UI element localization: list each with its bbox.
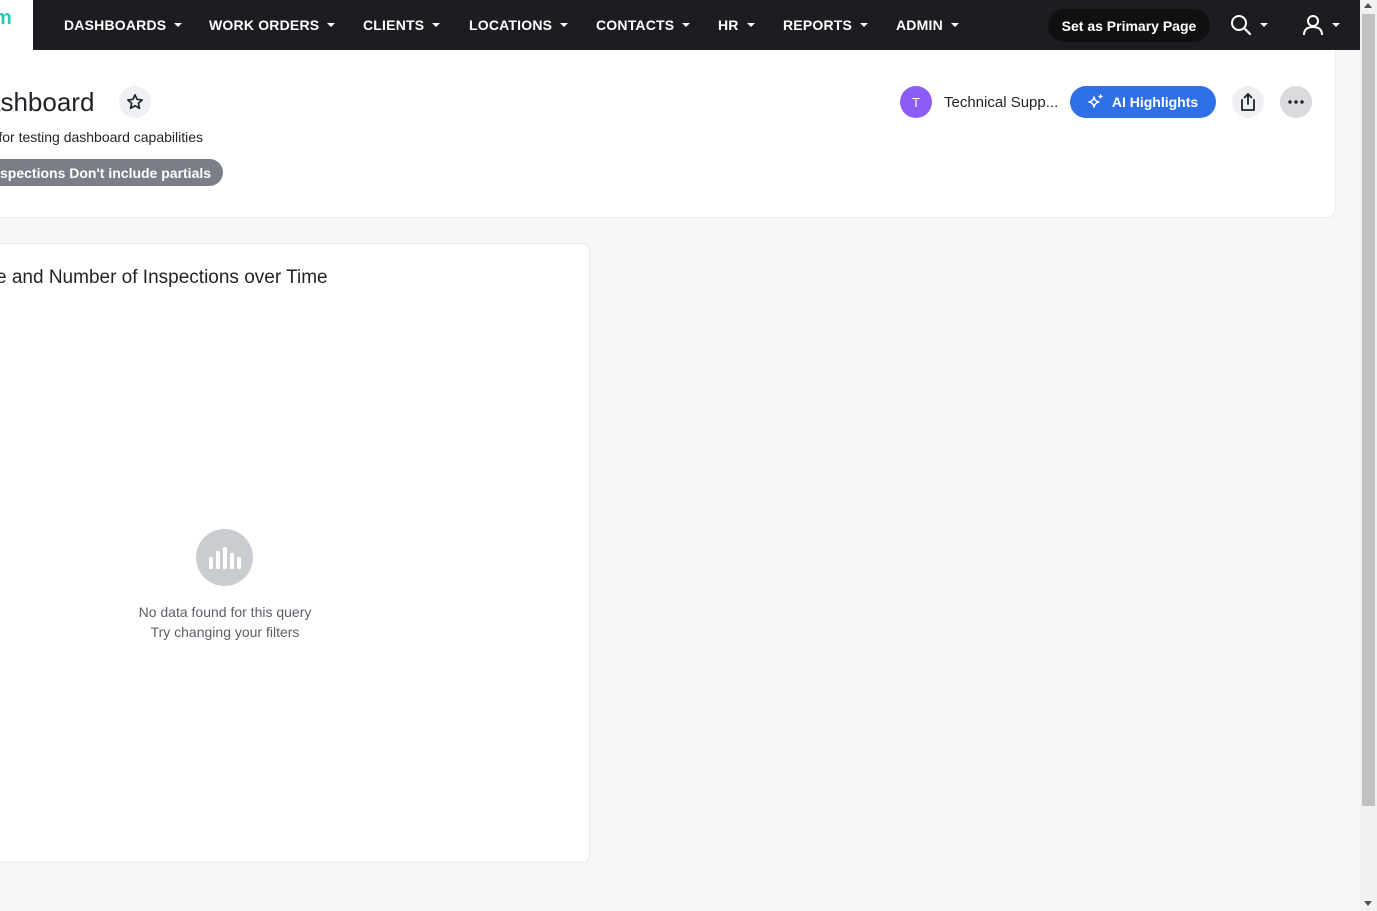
nav-label: DASHBOARDS [64, 17, 167, 33]
caret-down-icon [327, 23, 336, 27]
nav-clients[interactable]: CLIENTS [363, 0, 441, 50]
nav-label: CONTACTS [596, 17, 675, 33]
avatar: T [900, 86, 932, 118]
nav-label: HR [718, 17, 739, 33]
top-nav: m DASHBOARDS WORK ORDERS CLIENTS LOCATIO… [0, 0, 1360, 50]
ai-highlights-button[interactable]: AI Highlights [1070, 86, 1216, 118]
caret-down-icon [682, 23, 691, 27]
set-primary-page-button[interactable]: Set as Primary Page [1048, 9, 1210, 42]
nav-locations[interactable]: LOCATIONS [469, 0, 569, 50]
caret-down-icon [860, 23, 869, 27]
nav-label: ADMIN [896, 17, 943, 33]
nav-dashboards[interactable]: DASHBOARDS [64, 0, 183, 50]
nav-contacts[interactable]: CONTACTS [596, 0, 691, 50]
nav-label: REPORTS [783, 17, 853, 33]
caret-down-icon [560, 23, 569, 27]
nav-work-orders[interactable]: WORK ORDERS [209, 0, 336, 50]
caret-down-icon [432, 23, 441, 27]
scroll-down-icon[interactable] [1364, 901, 1372, 906]
nav-label: CLIENTS [363, 17, 425, 33]
empty-state-title: No data found for this query [138, 604, 312, 620]
icon-bar [236, 557, 241, 569]
share-icon [1241, 93, 1255, 111]
search-icon [1231, 15, 1252, 36]
empty-state-hint: Try changing your filters [150, 624, 300, 640]
widget-title: e and Number of Inspections over Time [0, 267, 328, 288]
caret-down-icon [1332, 23, 1340, 27]
logo[interactable]: m [0, 0, 33, 50]
caret-down-icon [950, 23, 959, 27]
icon-bar [215, 551, 220, 569]
owner-name: Technical Supp... [944, 94, 1059, 111]
filter-chip[interactable]: spections Don't include partials [0, 159, 224, 186]
icon-bar [208, 557, 213, 569]
more-options-button[interactable] [1280, 86, 1312, 118]
scroll-up-icon[interactable] [1364, 3, 1372, 8]
nav-reports[interactable]: REPORTS [783, 0, 869, 50]
star-icon [127, 94, 143, 110]
nav-label: WORK ORDERS [209, 17, 320, 33]
share-button[interactable] [1232, 86, 1264, 118]
caret-down-icon [174, 23, 183, 27]
dashboard-header: ashboard rd for testing dashboard capabi… [0, 50, 1336, 218]
nav-label: LOCATIONS [469, 17, 553, 33]
sparkle-icon [1088, 94, 1103, 108]
logo-mark: m [0, 7, 12, 29]
favorite-button[interactable] [119, 86, 151, 118]
bar-chart-icon [196, 529, 253, 586]
caret-down-icon [1260, 23, 1268, 27]
user-icon [1303, 15, 1323, 36]
nav-admin[interactable]: ADMIN [896, 0, 959, 50]
page-scrollbar[interactable] [1360, 0, 1377, 911]
ai-highlights-label: AI Highlights [1111, 94, 1199, 110]
chart-widget: e and Number of Inspections over Time No… [0, 243, 590, 863]
icon-bar [229, 553, 234, 569]
caret-down-icon [746, 23, 755, 27]
search-menu[interactable] [1230, 10, 1268, 40]
nav-hr[interactable]: HR [718, 0, 755, 50]
more-icon [1288, 100, 1304, 104]
scroll-thumb[interactable] [1362, 14, 1375, 806]
page-title: ashboard [0, 87, 95, 117]
page-description: rd for testing dashboard capabilities [0, 129, 204, 145]
user-menu[interactable] [1302, 10, 1340, 40]
icon-bar [222, 547, 227, 569]
